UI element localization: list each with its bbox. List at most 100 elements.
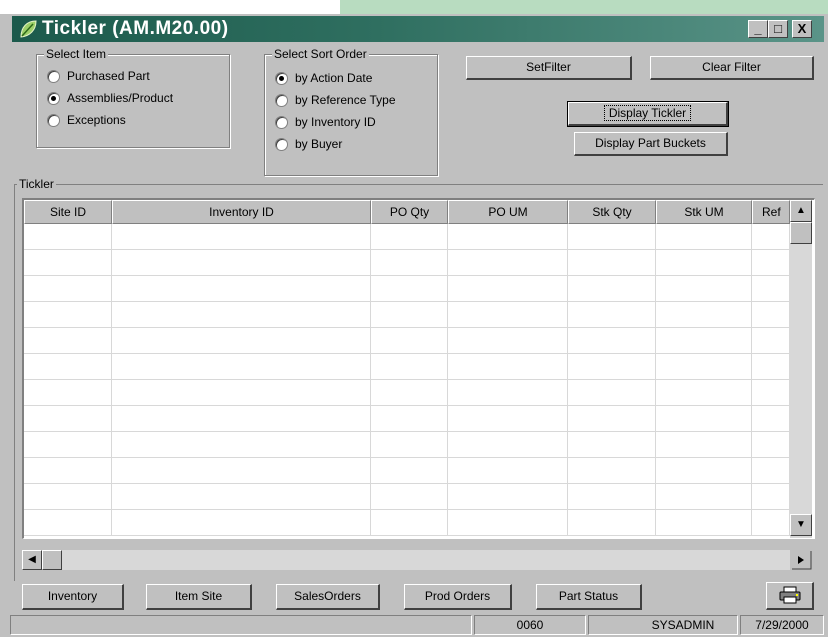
vertical-scrollbar[interactable]: ▲ ▼	[790, 200, 812, 538]
scroll-up-arrow-icon[interactable]: ▲	[790, 200, 812, 222]
radio-by-action-date[interactable]: by Action Date	[275, 69, 372, 87]
title-bar[interactable]: Tickler (AM.M20.00) _ □ X	[12, 16, 824, 42]
horizontal-scrollbar[interactable]: ◀	[22, 550, 790, 570]
table-cell[interactable]	[752, 250, 790, 276]
table-cell[interactable]	[656, 406, 752, 432]
radio-button[interactable]	[275, 93, 288, 107]
table-cell[interactable]	[752, 406, 790, 432]
table-cell[interactable]	[752, 224, 790, 250]
table-cell[interactable]	[112, 328, 371, 354]
table-cell[interactable]	[568, 458, 656, 484]
table-cell[interactable]	[448, 328, 568, 354]
table-cell[interactable]	[656, 302, 752, 328]
table-cell[interactable]	[656, 458, 752, 484]
maximize-button[interactable]: □	[768, 20, 788, 38]
column-header-inventory-id[interactable]: Inventory ID	[112, 200, 371, 224]
radio-button[interactable]	[47, 113, 60, 127]
table-cell[interactable]	[752, 484, 790, 510]
table-row[interactable]	[24, 354, 790, 380]
table-cell[interactable]	[112, 224, 371, 250]
table-cell[interactable]	[568, 224, 656, 250]
table-cell[interactable]	[112, 380, 371, 406]
table-cell[interactable]	[656, 432, 752, 458]
table-cell[interactable]	[752, 432, 790, 458]
table-row[interactable]	[24, 328, 790, 354]
table-cell[interactable]	[24, 354, 112, 380]
table-cell[interactable]	[448, 224, 568, 250]
table-cell[interactable]	[752, 380, 790, 406]
scroll-right-corner-icon[interactable]	[790, 550, 812, 570]
clear-filter-button[interactable]: Clear Filter	[650, 56, 814, 80]
display-part-buckets-button[interactable]: Display Part Buckets	[574, 132, 728, 156]
table-cell[interactable]	[656, 380, 752, 406]
table-cell[interactable]	[752, 458, 790, 484]
radio-by-reference-type[interactable]: by Reference Type	[275, 91, 396, 109]
table-cell[interactable]	[448, 380, 568, 406]
table-row[interactable]	[24, 510, 790, 536]
table-cell[interactable]	[112, 406, 371, 432]
radio-exceptions[interactable]: Exceptions	[47, 111, 126, 129]
table-cell[interactable]	[656, 354, 752, 380]
radio-button[interactable]	[275, 115, 288, 129]
table-cell[interactable]	[371, 484, 448, 510]
table-cell[interactable]	[752, 354, 790, 380]
table-row[interactable]	[24, 224, 790, 250]
radio-by-inventory-id[interactable]: by Inventory ID	[275, 113, 376, 131]
table-row[interactable]	[24, 406, 790, 432]
table-cell[interactable]	[448, 302, 568, 328]
table-cell[interactable]	[371, 328, 448, 354]
table-cell[interactable]	[112, 250, 371, 276]
radio-purchased-part[interactable]: Purchased Part	[47, 67, 150, 85]
item-site-button[interactable]: Item Site	[146, 584, 252, 610]
table-cell[interactable]	[112, 484, 371, 510]
table-cell[interactable]	[112, 354, 371, 380]
table-cell[interactable]	[24, 406, 112, 432]
table-cell[interactable]	[568, 250, 656, 276]
table-cell[interactable]	[24, 510, 112, 536]
table-cell[interactable]	[448, 354, 568, 380]
table-cell[interactable]	[371, 406, 448, 432]
column-header-ref[interactable]: Ref	[752, 200, 790, 224]
table-cell[interactable]	[752, 328, 790, 354]
table-cell[interactable]	[752, 276, 790, 302]
radio-button[interactable]	[275, 71, 288, 85]
table-row[interactable]	[24, 458, 790, 484]
table-cell[interactable]	[568, 484, 656, 510]
table-cell[interactable]	[568, 354, 656, 380]
table-cell[interactable]	[371, 432, 448, 458]
table-cell[interactable]	[568, 510, 656, 536]
column-header-site-id[interactable]: Site ID	[24, 200, 112, 224]
table-cell[interactable]	[371, 276, 448, 302]
radio-by-buyer[interactable]: by Buyer	[275, 135, 342, 153]
table-cell[interactable]	[24, 380, 112, 406]
table-cell[interactable]	[371, 250, 448, 276]
horizontal-scroll-thumb[interactable]	[42, 550, 62, 570]
radio-button[interactable]	[275, 137, 288, 151]
column-header-po-um[interactable]: PO UM	[448, 200, 568, 224]
table-cell[interactable]	[24, 432, 112, 458]
table-cell[interactable]	[752, 510, 790, 536]
table-cell[interactable]	[371, 380, 448, 406]
table-cell[interactable]	[656, 510, 752, 536]
table-cell[interactable]	[112, 510, 371, 536]
table-cell[interactable]	[24, 302, 112, 328]
table-cell[interactable]	[752, 302, 790, 328]
prod-orders-button[interactable]: Prod Orders	[404, 584, 512, 610]
table-cell[interactable]	[24, 458, 112, 484]
table-cell[interactable]	[656, 484, 752, 510]
table-row[interactable]	[24, 250, 790, 276]
vertical-scroll-thumb[interactable]	[790, 222, 812, 244]
table-row[interactable]	[24, 432, 790, 458]
tickler-grid[interactable]: Site ID Inventory ID PO Qty PO UM Stk Qt…	[22, 198, 815, 539]
radio-assemblies-product[interactable]: Assemblies/Product	[47, 89, 173, 107]
inventory-button[interactable]: Inventory	[22, 584, 124, 610]
table-cell[interactable]	[448, 510, 568, 536]
radio-button[interactable]	[47, 69, 60, 83]
table-cell[interactable]	[371, 354, 448, 380]
table-cell[interactable]	[24, 328, 112, 354]
table-cell[interactable]	[448, 276, 568, 302]
table-row[interactable]	[24, 276, 790, 302]
table-cell[interactable]	[656, 250, 752, 276]
grid-body[interactable]	[24, 224, 790, 538]
display-tickler-button[interactable]: Display Tickler	[567, 101, 729, 127]
